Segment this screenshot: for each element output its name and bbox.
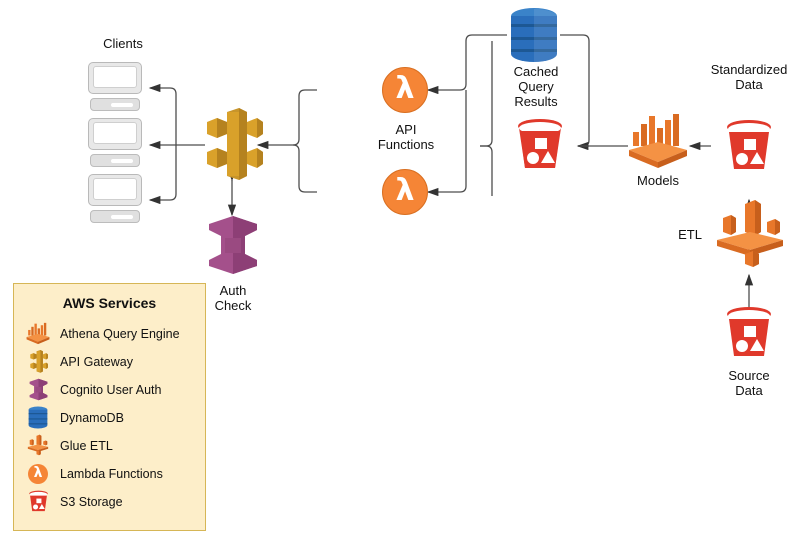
s3-bucket-icon [518,119,562,168]
legend-item-athena: Athena Query Engine [25,320,205,347]
cached-query-results-label: Cached Query Results [513,64,559,109]
legend-item-label: Lambda Functions [60,466,163,481]
client-monitor-base-icon [90,154,140,167]
dynamodb-icon [511,8,557,62]
glue-icon [25,434,51,458]
lambda-icon: λ [25,462,51,486]
legend-item-s3: S3 Storage [25,488,205,515]
legend-item-label: Glue ETL [60,438,113,453]
athena-icon [25,322,51,346]
etl-node [715,198,785,276]
s3-bucket-icon [25,490,51,514]
legend-title: AWS Services [62,295,157,311]
auth-check-node [205,214,261,276]
models-label: Models [637,173,679,188]
legend-item-api-gateway: API Gateway [25,348,205,375]
dynamodb-icon [25,406,51,430]
models-node [625,112,691,170]
api-gateway-icon [207,108,263,180]
s3-bucket-icon [727,120,771,169]
glue-icon [717,200,783,267]
client-monitor-base-icon [90,210,140,223]
client-monitor-2 [88,118,144,168]
cognito-icon [25,378,51,402]
standardized-data-node [724,119,774,173]
legend-item-label: Athena Query Engine [60,326,180,341]
legend-item-glue: Glue ETL [25,432,205,459]
api-function-lambda-lower: λ [382,169,428,215]
cognito-icon [209,216,257,274]
lambda-icon: λ [395,70,415,106]
legend-item-cognito: Cognito User Auth [25,376,205,403]
client-monitor-screen-icon [88,62,142,94]
source-data-node [724,306,774,360]
client-monitor-base-icon [90,98,140,111]
client-monitor-1 [88,62,144,112]
client-monitor-screen-icon [88,174,142,206]
legend-item-label: Cognito User Auth [60,382,162,397]
api-function-lambda-upper: λ [382,67,428,113]
legend-item-lambda: λ Lambda Functions [25,460,205,487]
legend-item-label: DynamoDB [60,410,124,425]
client-monitor-screen-icon [88,118,142,150]
source-data-label: Source Data [728,368,770,398]
cache-bucket-node [515,118,565,172]
legend-item-dynamodb: DynamoDB [25,404,205,431]
api-gateway-node [203,108,263,184]
legend-list: Athena Query Engine API Gateway Cognito … [14,320,205,515]
legend-panel: AWS Services Athena Query Engine API Gat… [13,283,206,531]
legend-item-label: S3 Storage [60,494,123,509]
clients-label: Clients [103,36,143,51]
etl-label: ETL [678,227,702,242]
athena-icon [629,114,687,168]
legend-item-label: API Gateway [60,354,133,369]
api-functions-label: API Functions [377,122,435,152]
lambda-icon: λ [395,172,415,208]
cached-query-results-node [507,7,561,63]
s3-bucket-icon [727,307,771,356]
client-monitor-3 [88,174,144,224]
api-gateway-icon [25,349,51,374]
standardized-data-label: Standardized Data [710,62,788,92]
